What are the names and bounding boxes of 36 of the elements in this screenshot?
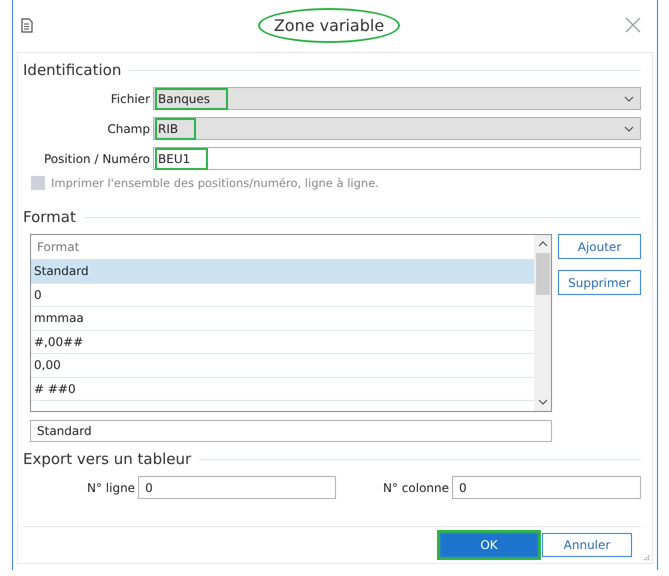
list-item[interactable]: 0,00 (31, 354, 534, 378)
dropdown[interactable]: Banques (153, 87, 641, 110)
scrollbar[interactable] (534, 235, 551, 411)
field-label: Position / Numéro (42, 152, 150, 166)
input-field[interactable]: BEU1 (153, 147, 641, 170)
section-heading: Format (23, 208, 76, 226)
chevron-down-icon[interactable] (624, 126, 634, 132)
section-heading: Export vers un tableur (23, 450, 192, 468)
field-label: N° ligne (87, 480, 136, 494)
side-button[interactable]: Ajouter (558, 234, 641, 259)
dialog-button[interactable]: Annuler (542, 533, 632, 557)
checkbox-label: Imprimer l'ensemble des positions/numéro, ligne à ligne. (51, 176, 379, 190)
dropdown[interactable]: RIB (153, 117, 641, 140)
input-field[interactable]: 0 (452, 476, 641, 499)
section-heading: Identification (23, 61, 122, 79)
list-item[interactable]: Standard (31, 260, 534, 284)
field-label: Champ (106, 122, 150, 136)
list-item[interactable]: 0 (31, 284, 534, 307)
side-button[interactable]: Supprimer (558, 270, 641, 295)
list-item[interactable]: #,00## (31, 330, 534, 354)
field-label: Fichier (110, 92, 150, 106)
input-field[interactable]: 0 (138, 476, 336, 499)
document-icon (21, 18, 33, 32)
format-list[interactable]: Format Standard 0 mmmaa #,00## 0,00 # ##0 (30, 234, 552, 412)
field-label: N° colonne (383, 480, 449, 494)
window-title: Zone variable (258, 8, 400, 42)
close-icon[interactable] (625, 17, 641, 33)
scrollbar-thumb[interactable] (536, 253, 550, 295)
input-field[interactable]: Standard (30, 420, 552, 442)
chevron-up-icon[interactable] (538, 241, 548, 247)
list-item[interactable]: # ##0 (31, 378, 534, 401)
chevron-down-icon[interactable] (624, 96, 634, 102)
resize-grip-icon[interactable] (643, 554, 650, 561)
chevron-down-icon[interactable] (538, 399, 548, 405)
dialog-button[interactable]: OK (440, 533, 538, 557)
list-item[interactable]: mmmaa (31, 307, 534, 330)
